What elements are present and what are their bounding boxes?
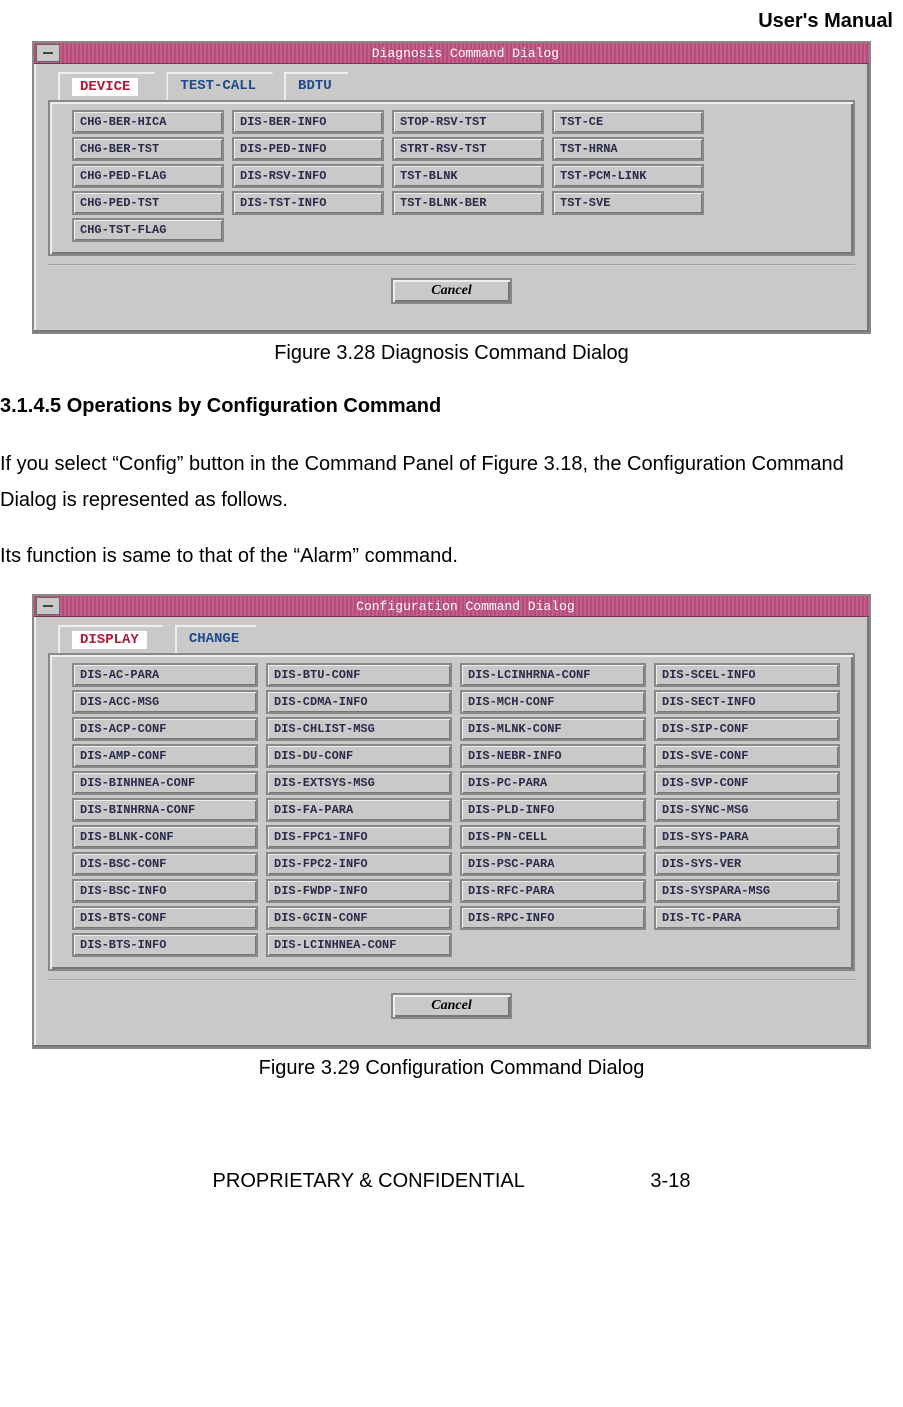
command-button[interactable]: DIS-SVE-CONF [654,744,840,768]
command-button[interactable]: CHG-BER-HICA [72,110,224,134]
command-button[interactable]: DIS-RSV-INFO [232,164,384,188]
tab-display[interactable]: DISPLAY [58,625,177,653]
configuration-titlebar: Configuration Command Dialog [34,596,869,617]
command-button[interactable]: DIS-CDMA-INFO [266,690,452,714]
diagnosis-title-text: Diagnosis Command Dialog [62,46,869,61]
page-footer: PROPRIETARY & CONFIDENTIAL 3-18 [0,1170,903,1193]
command-button[interactable]: DIS-RFC-PARA [460,879,646,903]
tab-label: CHANGE [189,631,239,647]
command-button[interactable]: DIS-EXTSYS-MSG [266,771,452,795]
cancel-button[interactable]: Cancel [391,993,511,1019]
command-button[interactable]: DIS-GCIN-CONF [266,906,452,930]
command-button[interactable]: DIS-DU-CONF [266,744,452,768]
tab-label: DEVICE [72,78,138,96]
command-button[interactable]: DIS-SECT-INFO [654,690,840,714]
command-button[interactable]: DIS-FPC2-INFO [266,852,452,876]
command-button[interactable]: DIS-FPC1-INFO [266,825,452,849]
command-button[interactable]: DIS-PC-PARA [460,771,646,795]
tab-change[interactable]: CHANGE [175,625,269,653]
command-button[interactable]: DIS-MCH-CONF [460,690,646,714]
command-button[interactable]: STRT-RSV-TST [392,137,544,161]
command-button[interactable]: DIS-BSC-INFO [72,879,258,903]
command-button[interactable]: DIS-PSC-PARA [460,852,646,876]
command-button[interactable]: TST-PCM-LINK [552,164,704,188]
configuration-dialog: Configuration Command Dialog DISPLAY CHAN… [32,594,871,1049]
command-button[interactable]: DIS-PLD-INFO [460,798,646,822]
command-button[interactable]: DIS-PN-CELL [460,825,646,849]
command-button[interactable]: DIS-BINHNEA-CONF [72,771,258,795]
command-button[interactable]: CHG-BER-TST [72,137,224,161]
command-button[interactable]: DIS-SCEL-INFO [654,663,840,687]
command-button[interactable]: DIS-LCINHRNA-CONF [460,663,646,687]
configuration-tab-row: DISPLAY CHANGE [34,617,869,653]
tab-device[interactable]: DEVICE [58,72,168,100]
command-button[interactable]: DIS-SYNC-MSG [654,798,840,822]
command-button[interactable]: TST-BLNK-BER [392,191,544,215]
diagnosis-command-panel: CHG-BER-HICA DIS-BER-INFO STOP-RSV-TST TST-… [48,100,855,256]
command-button[interactable]: DIS-ACC-MSG [72,690,258,714]
tab-label: TEST-CALL [180,78,256,94]
command-button[interactable]: DIS-FWDP-INFO [266,879,452,903]
command-button[interactable]: DIS-TC-PARA [654,906,840,930]
diagnosis-titlebar: Diagnosis Command Dialog [34,43,869,64]
footer-left-text: PROPRIETARY & CONFIDENTIAL [213,1170,525,1193]
command-button[interactable]: DIS-SIP-CONF [654,717,840,741]
command-button[interactable]: CHG-PED-TST [72,191,224,215]
dash-icon [43,605,53,607]
cancel-row: Cancel [34,266,869,324]
command-button[interactable]: DIS-SVP-CONF [654,771,840,795]
command-button[interactable]: DIS-CHLIST-MSG [266,717,452,741]
cancel-row: Cancel [34,981,869,1039]
tab-label: DISPLAY [72,631,147,649]
command-button[interactable]: TST-CE [552,110,704,134]
paragraph-2: Its function is same to that of the “Ala… [0,538,903,574]
command-button[interactable]: TST-HRNA [552,137,704,161]
footer-page-number: 3-18 [650,1170,690,1193]
system-menu-button[interactable] [36,44,60,62]
command-button[interactable]: TST-SVE [552,191,704,215]
command-button[interactable]: TST-BLNK [392,164,544,188]
command-button[interactable]: DIS-BINHRNA-CONF [72,798,258,822]
configuration-title-text: Configuration Command Dialog [62,599,869,614]
system-menu-button[interactable] [36,597,60,615]
command-button[interactable]: DIS-BTU-CONF [266,663,452,687]
tab-bdtu[interactable]: BDTU [284,72,362,100]
command-button[interactable]: DIS-MLNK-CONF [460,717,646,741]
configuration-command-panel: DIS-AC-PARA DIS-BTU-CONF DIS-LCINHRNA-CONF… [48,653,855,971]
command-button[interactable]: DIS-BSC-CONF [72,852,258,876]
paragraph-1: If you select “Config” button in the Com… [0,446,903,518]
command-button[interactable]: DIS-SYS-PARA [654,825,840,849]
command-button[interactable]: DIS-PED-INFO [232,137,384,161]
tab-test-call[interactable]: TEST-CALL [166,72,286,100]
command-button[interactable]: DIS-SYSPARA-MSG [654,879,840,903]
command-button[interactable]: CHG-TST-FLAG [72,218,224,242]
command-button[interactable]: DIS-ACP-CONF [72,717,258,741]
diagnosis-dialog: Diagnosis Command Dialog DEVICE TEST-CALL… [32,41,871,334]
command-button[interactable]: CHG-PED-FLAG [72,164,224,188]
command-button[interactable]: DIS-BTS-INFO [72,933,258,957]
command-button[interactable]: DIS-BER-INFO [232,110,384,134]
diagnosis-tab-row: DEVICE TEST-CALL BDTU [34,64,869,100]
command-button[interactable]: DIS-RPC-INFO [460,906,646,930]
command-button[interactable]: DIS-SYS-VER [654,852,840,876]
page-header-title: User's Manual [0,10,903,41]
command-button[interactable]: DIS-FA-PARA [266,798,452,822]
command-button[interactable]: DIS-AMP-CONF [72,744,258,768]
command-button[interactable]: DIS-BTS-CONF [72,906,258,930]
section-heading: 3.1.4.5 Operations by Configuration Comm… [0,395,903,418]
command-button[interactable]: DIS-LCINHNEA-CONF [266,933,452,957]
command-button[interactable]: DIS-AC-PARA [72,663,258,687]
command-button[interactable]: DIS-BLNK-CONF [72,825,258,849]
figure-caption-2: Figure 3.29 Configuration Command Dialog [0,1057,903,1080]
figure-caption-1: Figure 3.28 Diagnosis Command Dialog [0,342,903,365]
dash-icon [43,52,53,54]
cancel-button[interactable]: Cancel [391,278,511,304]
command-button[interactable]: DIS-NEBR-INFO [460,744,646,768]
tab-label: BDTU [298,78,332,94]
command-button[interactable]: STOP-RSV-TST [392,110,544,134]
command-button[interactable]: DIS-TST-INFO [232,191,384,215]
